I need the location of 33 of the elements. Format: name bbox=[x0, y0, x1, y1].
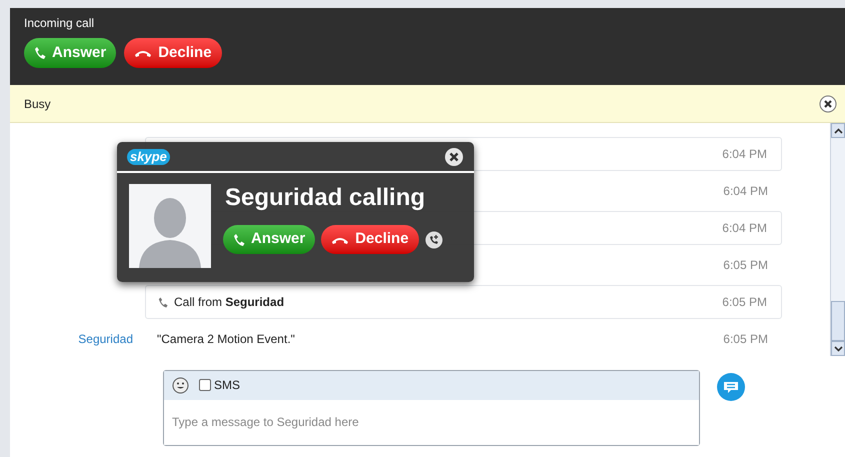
message-time: 6:04 PM bbox=[722, 220, 767, 237]
message-input[interactable]: SMS Type a message to Seguridad here bbox=[163, 370, 700, 446]
phone-icon bbox=[34, 46, 46, 60]
scroll-down-icon[interactable] bbox=[831, 341, 845, 356]
answer-button[interactable]: Answer bbox=[223, 225, 316, 254]
scroll-up-icon[interactable] bbox=[831, 123, 845, 138]
phone-icon bbox=[233, 232, 245, 246]
skype-logo: skype bbox=[127, 148, 170, 164]
message-time: 6:05 PM bbox=[723, 331, 768, 348]
answer-button[interactable]: Answer bbox=[24, 38, 116, 68]
close-icon[interactable] bbox=[444, 146, 464, 166]
phone-plus-icon[interactable] bbox=[424, 230, 443, 248]
decline-button[interactable]: Decline bbox=[124, 38, 222, 68]
caller-title: Seguridad calling bbox=[224, 184, 426, 212]
decline-button[interactable]: Decline bbox=[321, 225, 419, 254]
message-time: 6:04 PM bbox=[722, 146, 767, 163]
message-time: 6:05 PM bbox=[722, 294, 767, 311]
message-time: 6:05 PM bbox=[723, 257, 768, 274]
message-text: "Camera 2 Motion Event." bbox=[157, 331, 295, 348]
hang-up-icon bbox=[134, 48, 152, 58]
sender-name[interactable]: Seguridad bbox=[10, 330, 145, 348]
status-text: Busy bbox=[24, 96, 51, 112]
call-title: Incoming call bbox=[24, 15, 94, 32]
sms-checkbox[interactable] bbox=[199, 379, 211, 392]
send-icon[interactable] bbox=[716, 372, 746, 402]
phone-icon bbox=[158, 296, 168, 308]
message-text: Call from Seguridad bbox=[174, 294, 284, 311]
message-time: 6:04 PM bbox=[723, 183, 768, 200]
smiley-icon[interactable] bbox=[172, 376, 189, 394]
close-icon[interactable] bbox=[819, 94, 837, 112]
scroll-thumb[interactable] bbox=[831, 301, 845, 341]
scrollbar[interactable] bbox=[830, 123, 845, 356]
sms-label: SMS bbox=[214, 377, 240, 394]
